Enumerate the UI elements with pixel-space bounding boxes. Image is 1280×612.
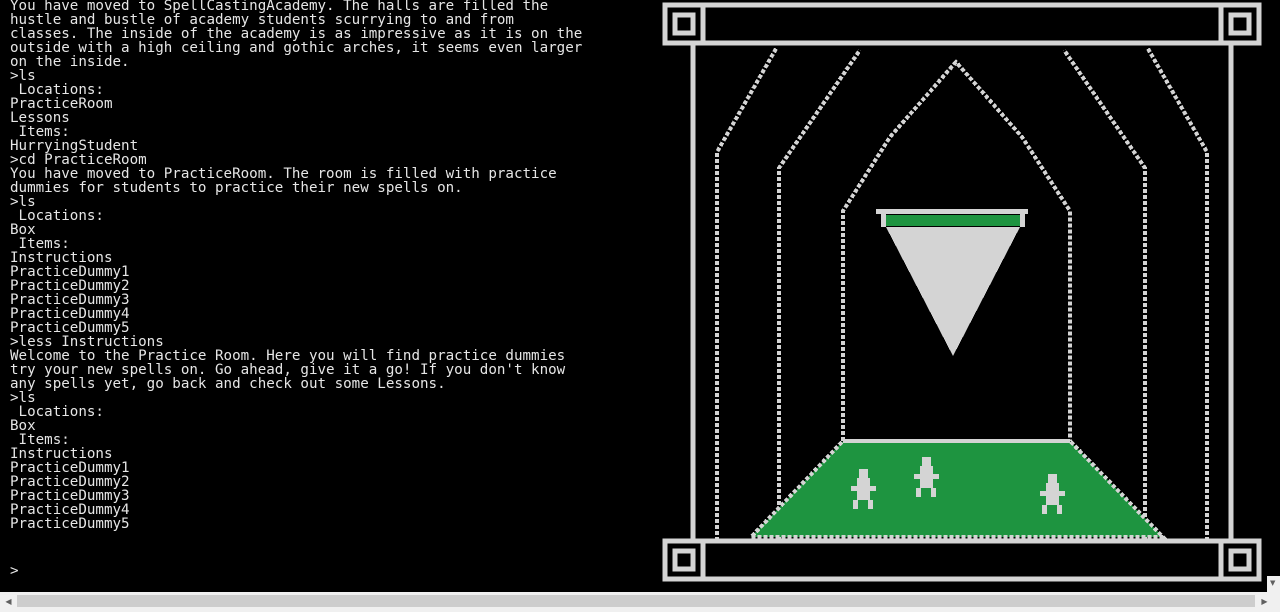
terminal-output[interactable]: You have moved to SpellCastingAcademy. T… — [0, 0, 655, 592]
terminal-line: PracticeDummy1 — [10, 460, 130, 476]
terminal-line: Items: — [10, 236, 70, 252]
terminal-line: any spells yet, go back and check out so… — [10, 376, 446, 392]
terminal-line: try your new spells on. Go ahead, give i… — [10, 362, 566, 378]
terminal-line: >ls — [10, 390, 36, 406]
terminal-line: PracticeDummy5 — [10, 516, 130, 532]
terminal-line: Box — [10, 418, 36, 434]
terminal-line: PracticeDummy4 — [10, 502, 130, 518]
terminal-line: Lessons — [10, 110, 70, 126]
terminal-line: PracticeDummy2 — [10, 278, 130, 294]
terminal-line: You have moved to PracticeRoom. The room… — [10, 166, 557, 182]
terminal-line: Locations: — [10, 404, 104, 420]
terminal-line: Instructions — [10, 446, 113, 462]
terminal-line: Instructions — [10, 250, 113, 266]
terminal-line: classes. The inside of the academy is as… — [10, 26, 583, 42]
terminal-line: >cd PracticeRoom — [10, 152, 147, 168]
terminal-line: Locations: — [10, 208, 104, 224]
scroll-down-button[interactable]: ▼ — [1267, 576, 1280, 592]
terminal-line: PracticeDummy2 — [10, 474, 130, 490]
terminal-line: PracticeDummy4 — [10, 306, 130, 322]
terminal-line: dummies for students to practice their n… — [10, 180, 463, 196]
practice-room-scene — [660, 0, 1266, 590]
terminal-line: PracticeDummy1 — [10, 264, 130, 280]
terminal-line: PracticeDummy3 — [10, 488, 130, 504]
vertical-scrollbar[interactable]: ▼ — [1267, 0, 1280, 592]
horizontal-scrollbar[interactable]: ◀ ▶ — [0, 592, 1280, 612]
terminal-line: PracticeRoom — [10, 96, 113, 112]
terminal-line: Box — [10, 222, 36, 238]
terminal-line: Items: — [10, 124, 70, 140]
practice-floor — [746, 439, 1168, 539]
hourglass-icon — [876, 209, 1028, 356]
terminal-line: >ls — [10, 194, 36, 210]
terminal-line: PracticeDummy3 — [10, 292, 130, 308]
chevron-down-icon: ▼ — [1270, 579, 1276, 587]
terminal-line: PracticeDummy5 — [10, 320, 130, 336]
terminal-line: HurryingStudent — [10, 138, 139, 154]
terminal-line: Welcome to the Practice Room. Here you w… — [10, 348, 566, 364]
scroll-left-button[interactable]: ◀ — [0, 592, 17, 612]
terminal-line: Items: — [10, 432, 70, 448]
terminal-line: outside with a high ceiling and gothic a… — [10, 40, 583, 56]
command-prompt[interactable]: > — [10, 564, 19, 578]
terminal-line: hustle and bustle of academy students sc… — [10, 12, 514, 28]
terminal-line: >less Instructions — [10, 334, 164, 350]
scroll-right-button[interactable]: ▶ — [1256, 592, 1273, 612]
terminal-line: on the inside. — [10, 54, 130, 70]
terminal-line: Locations: — [10, 82, 104, 98]
terminal-line: >ls — [10, 68, 36, 84]
horizontal-scroll-thumb[interactable] — [17, 595, 1255, 607]
